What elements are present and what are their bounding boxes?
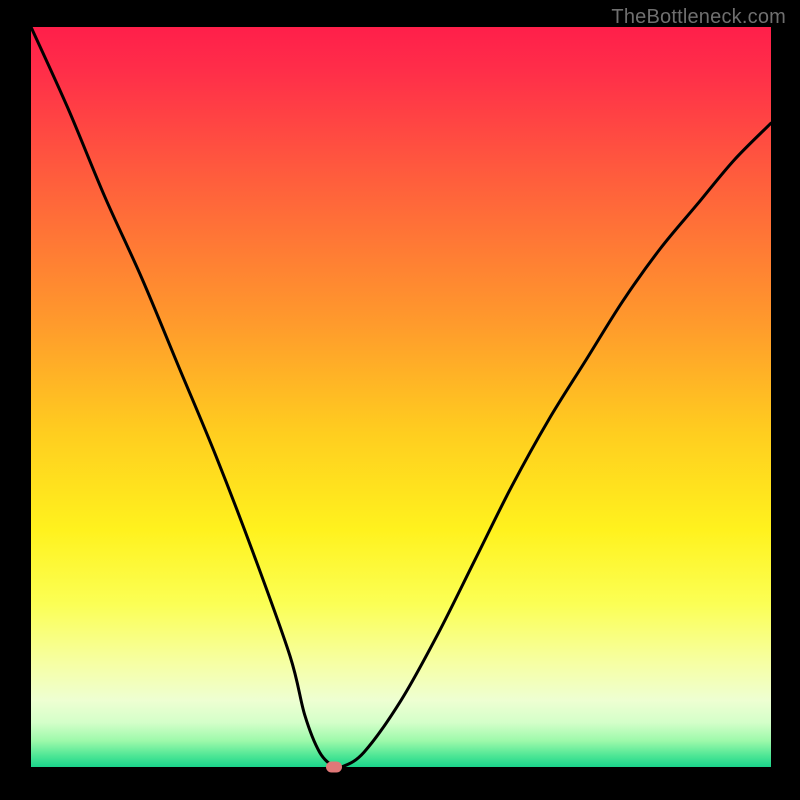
optimal-point-marker xyxy=(326,762,342,773)
watermark-text: TheBottleneck.com xyxy=(611,6,786,29)
chart-container: TheBottleneck.com xyxy=(0,0,800,800)
plot-area xyxy=(31,27,771,767)
bottleneck-curve xyxy=(31,27,771,767)
